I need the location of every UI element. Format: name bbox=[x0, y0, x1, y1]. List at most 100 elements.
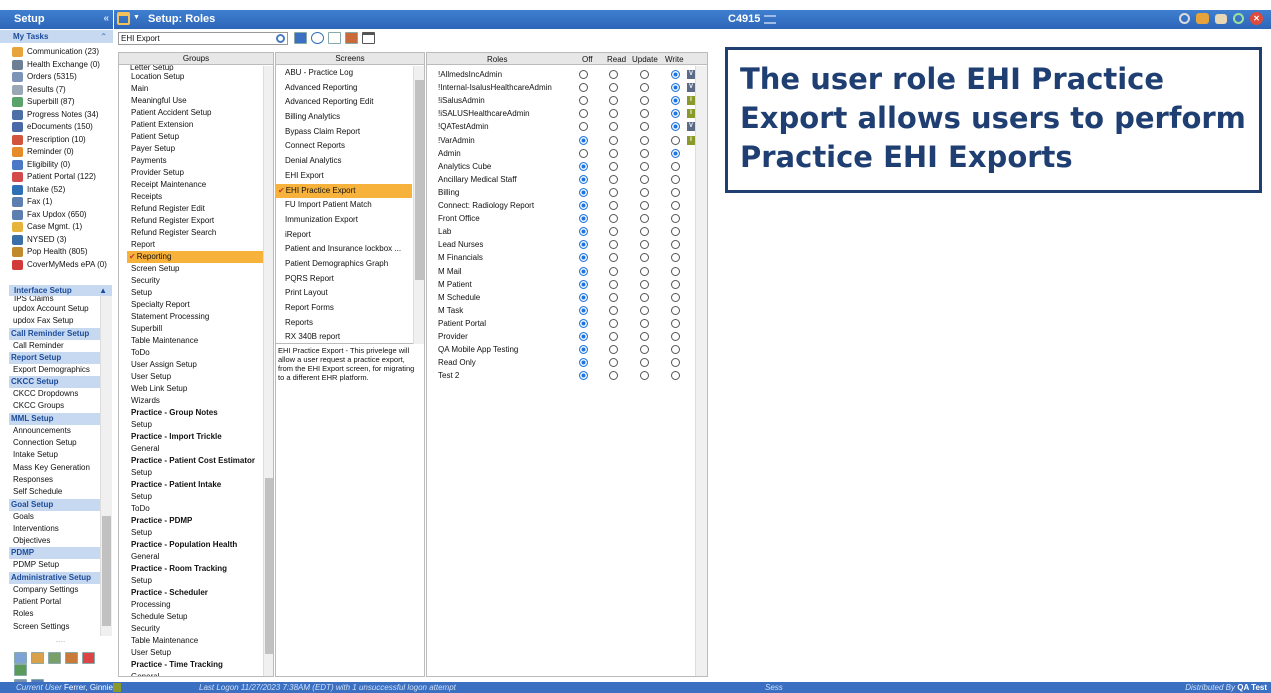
chevron-up-icon[interactable]: ⌃ bbox=[100, 30, 107, 43]
my-tasks-header[interactable]: My Tasks ⌃ bbox=[0, 30, 113, 43]
permission-write-radio[interactable] bbox=[671, 148, 680, 158]
group-item[interactable]: Setup bbox=[127, 527, 273, 539]
permission-off-radio[interactable] bbox=[579, 305, 588, 315]
group-item-selected[interactable]: ✔Reporting bbox=[127, 251, 273, 263]
screen-item[interactable]: Reports bbox=[276, 316, 424, 331]
group-item[interactable]: User Setup bbox=[127, 647, 273, 659]
sidebar-link[interactable]: Company Settings bbox=[9, 584, 100, 596]
caret-up-icon[interactable]: ▲ bbox=[99, 285, 107, 296]
sidebar-link[interactable]: updox Account Setup bbox=[9, 303, 100, 315]
screen-item[interactable]: Connect Reports bbox=[276, 139, 424, 154]
permission-write-radio[interactable] bbox=[671, 70, 680, 79]
permission-off-radio[interactable] bbox=[579, 266, 588, 276]
sidebar-link[interactable]: Goals bbox=[9, 511, 100, 523]
permission-off-radio[interactable] bbox=[579, 109, 588, 119]
group-item[interactable]: Web Link Setup bbox=[127, 383, 273, 395]
permission-update-radio[interactable] bbox=[640, 279, 649, 289]
group-item[interactable]: Setup bbox=[127, 491, 273, 503]
roles-scrollbar[interactable] bbox=[695, 66, 707, 676]
sidebar-link[interactable]: CKCC Groups bbox=[9, 400, 100, 412]
task-item[interactable]: Orders (5315) bbox=[9, 71, 113, 84]
search-box[interactable]: EHI Export bbox=[118, 32, 288, 45]
permission-write-radio[interactable] bbox=[671, 318, 680, 328]
permission-update-radio[interactable] bbox=[640, 358, 649, 368]
screens-scroll-thumb[interactable] bbox=[415, 80, 424, 280]
menu-icon[interactable] bbox=[764, 15, 776, 24]
permission-write-radio[interactable] bbox=[671, 279, 680, 289]
permission-read-radio[interactable] bbox=[609, 70, 618, 79]
task-item[interactable]: Fax (1) bbox=[9, 196, 113, 209]
permission-write-radio[interactable] bbox=[671, 83, 680, 93]
permission-write-radio[interactable] bbox=[671, 135, 680, 145]
sidebar-link[interactable]: Export Demographics bbox=[9, 364, 100, 376]
task-item[interactable]: Case Mgmt. (1) bbox=[9, 221, 113, 234]
permission-off-radio[interactable] bbox=[579, 83, 588, 93]
permission-off-radio[interactable] bbox=[579, 96, 588, 106]
task-item[interactable]: NYSED (3) bbox=[9, 234, 113, 247]
sidebar-scrollbar[interactable] bbox=[100, 296, 112, 636]
permission-write-radio[interactable] bbox=[671, 266, 680, 276]
permission-off-radio[interactable] bbox=[579, 135, 588, 145]
permission-read-radio[interactable] bbox=[609, 201, 618, 210]
task-item[interactable]: eDocuments (150) bbox=[9, 121, 113, 134]
groups-scrollbar[interactable] bbox=[263, 66, 273, 676]
sidebar-link[interactable]: Call Reminder bbox=[9, 340, 100, 352]
screen-item-selected[interactable]: ✔EHI Practice Export bbox=[276, 183, 412, 199]
section-header[interactable]: Report Setup bbox=[9, 351, 100, 364]
permission-off-radio[interactable] bbox=[579, 174, 588, 184]
permission-update-radio[interactable] bbox=[640, 240, 649, 250]
permission-update-radio[interactable] bbox=[640, 187, 649, 197]
permission-off-radio[interactable] bbox=[579, 201, 588, 210]
group-item[interactable]: Patient Setup bbox=[127, 131, 273, 143]
headset-icon[interactable] bbox=[1233, 13, 1244, 24]
sidebar-link[interactable]: CKCC Dropdowns bbox=[9, 388, 100, 400]
group-item[interactable]: Practice - Group Notes bbox=[127, 407, 273, 419]
permission-update-radio[interactable] bbox=[640, 148, 649, 158]
sidebar-link[interactable]: updox Fax Setup bbox=[9, 315, 100, 327]
permission-update-radio[interactable] bbox=[640, 174, 649, 184]
permission-update-radio[interactable] bbox=[640, 83, 649, 93]
permission-read-radio[interactable] bbox=[609, 279, 618, 289]
group-item[interactable]: Receipts bbox=[127, 191, 273, 203]
group-item[interactable]: Practice - Room Tracking bbox=[127, 563, 273, 575]
sidebar-link[interactable]: Mass Key Generation bbox=[9, 462, 100, 474]
group-item[interactable]: General bbox=[127, 443, 273, 455]
permission-update-radio[interactable] bbox=[640, 292, 649, 302]
permission-off-radio[interactable] bbox=[579, 253, 588, 263]
screen-item[interactable]: Bypass Claim Report bbox=[276, 125, 424, 140]
sidebar-link[interactable]: Self Schedule bbox=[9, 486, 100, 498]
group-item[interactable]: Meaningful Use bbox=[127, 95, 273, 107]
task-item[interactable]: Fax Updox (650) bbox=[9, 209, 113, 222]
permission-write-radio[interactable] bbox=[671, 240, 680, 250]
group-item[interactable]: Patient Extension bbox=[127, 119, 273, 131]
permission-update-radio[interactable] bbox=[640, 161, 649, 171]
task-item[interactable]: Progress Notes (34) bbox=[9, 109, 113, 122]
permission-update-radio[interactable] bbox=[640, 109, 649, 119]
permission-off-radio[interactable] bbox=[579, 70, 588, 79]
group-item[interactable]: Refund Register Search bbox=[127, 227, 273, 239]
permission-off-radio[interactable] bbox=[579, 345, 588, 355]
group-item[interactable]: Superbill bbox=[127, 323, 273, 335]
sidebar-link[interactable]: Screen Settings bbox=[9, 621, 100, 633]
task-item[interactable]: Communication (23) bbox=[9, 46, 113, 59]
section-header[interactable]: MML Setup bbox=[9, 412, 100, 425]
group-item[interactable]: Specialty Report bbox=[127, 299, 273, 311]
group-item[interactable]: Receipt Maintenance bbox=[127, 179, 273, 191]
group-item[interactable]: Wizards bbox=[127, 395, 273, 407]
permission-off-radio[interactable] bbox=[579, 214, 588, 224]
binoculars-icon[interactable] bbox=[1196, 13, 1209, 24]
task-item[interactable]: Reminder (0) bbox=[9, 146, 113, 159]
task-item[interactable]: Intake (52) bbox=[9, 184, 113, 197]
group-item[interactable]: Refund Register Export bbox=[127, 215, 273, 227]
permission-read-radio[interactable] bbox=[609, 266, 618, 276]
group-item[interactable]: Security bbox=[127, 275, 273, 287]
permission-read-radio[interactable] bbox=[609, 345, 618, 355]
section-header[interactable]: Administrative Setup bbox=[9, 571, 100, 584]
permission-off-radio[interactable] bbox=[579, 148, 588, 158]
task-item[interactable]: Patient Portal (122) bbox=[9, 171, 113, 184]
sidebar-link[interactable]: Responses bbox=[9, 474, 100, 486]
permission-update-radio[interactable] bbox=[640, 318, 649, 328]
permission-read-radio[interactable] bbox=[609, 253, 618, 263]
permission-read-radio[interactable] bbox=[609, 83, 618, 93]
permission-read-radio[interactable] bbox=[609, 227, 618, 237]
